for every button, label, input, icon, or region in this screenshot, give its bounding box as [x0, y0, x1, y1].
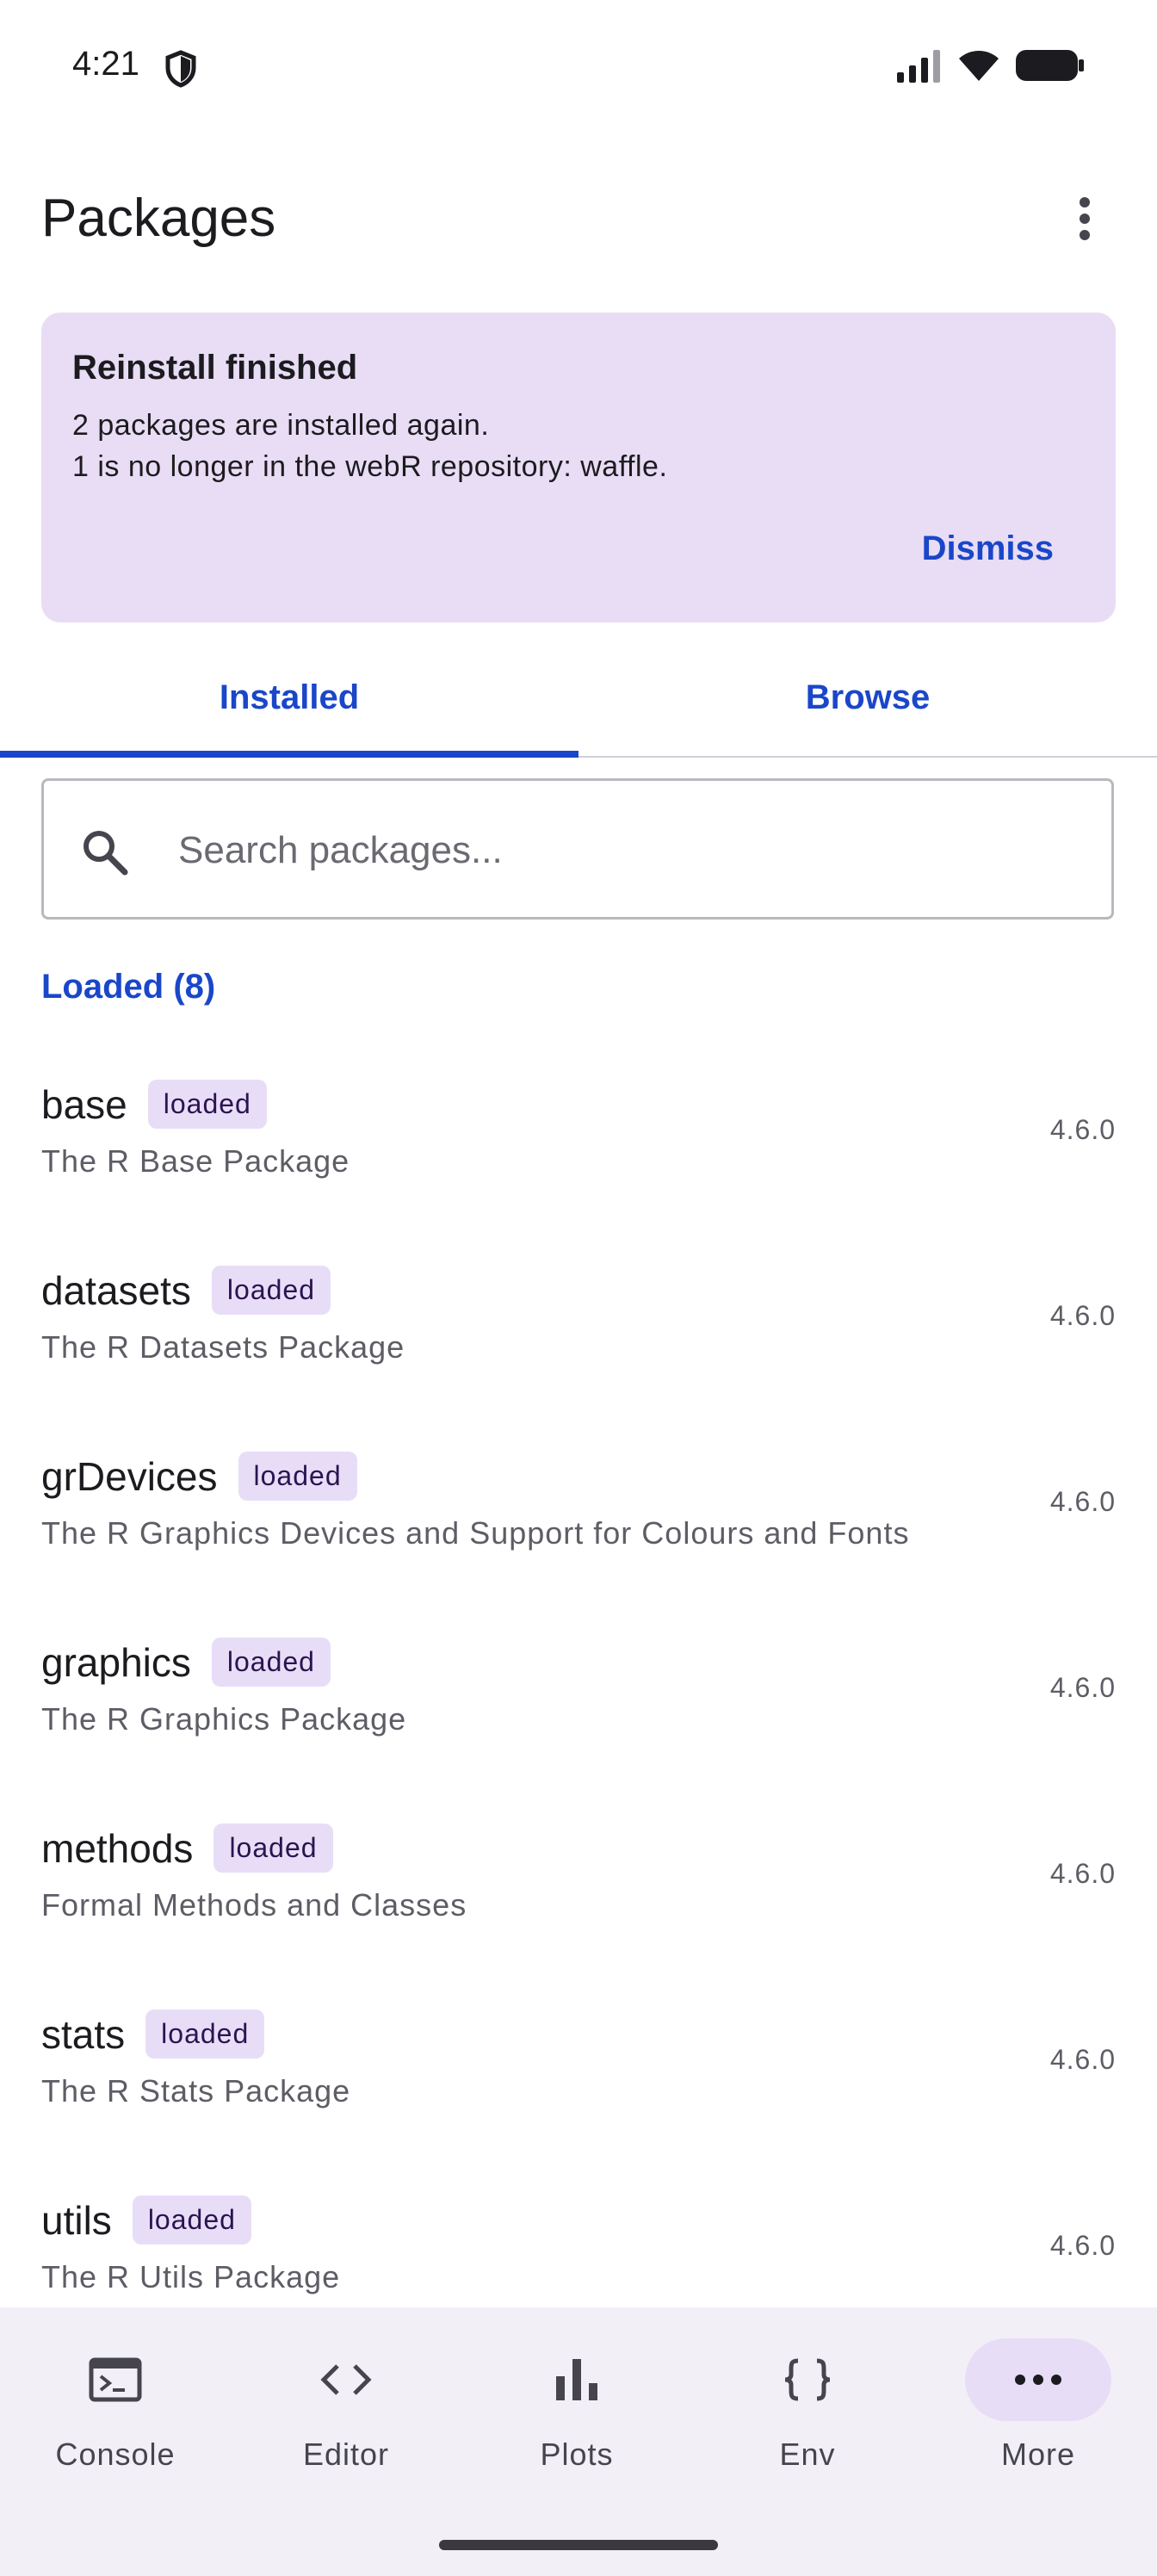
- package-name: datasets: [41, 1267, 191, 1313]
- package-name: methods: [41, 1825, 194, 1871]
- package-description: The R Base Package: [41, 1143, 350, 1179]
- nav-env[interactable]: Env: [692, 2307, 923, 2505]
- package-description: The R Stats Package: [41, 2073, 351, 2108]
- nav-more[interactable]: More: [923, 2307, 1154, 2505]
- package-row[interactable]: base loaded The R Base Package 4.6.0: [0, 1045, 1157, 1231]
- package-description: The R Utils Package: [41, 2259, 341, 2294]
- loaded-badge: loaded: [145, 2009, 265, 2059]
- tab-installed[interactable]: Installed: [0, 644, 578, 751]
- console-icon: [89, 2357, 142, 2402]
- bar-chart-icon: [556, 2359, 597, 2400]
- package-description: The R Graphics Package: [41, 1701, 407, 1737]
- package-description: Formal Methods and Classes: [41, 1887, 467, 1923]
- banner-message-line: 2 packages are installed again.: [72, 409, 490, 442]
- section-header-loaded: Loaded (8): [41, 968, 216, 1006]
- package-row[interactable]: graphics loaded The R Graphics Package 4…: [0, 1603, 1157, 1789]
- bottom-navigation: Console Editor Plots Env More: [0, 2307, 1157, 2576]
- battery-icon: [1016, 50, 1084, 81]
- nav-label: Console: [55, 2437, 176, 2472]
- package-name: utils: [41, 2197, 112, 2243]
- nav-label: Env: [779, 2437, 836, 2472]
- page-title: Packages: [41, 189, 276, 248]
- loaded-badge: loaded: [147, 1080, 267, 1129]
- home-indicator[interactable]: [439, 2540, 718, 2550]
- tab-browse[interactable]: Browse: [578, 644, 1157, 751]
- package-list: base loaded The R Base Package 4.6.0 dat…: [0, 1045, 1157, 2347]
- banner-title: Reinstall finished: [72, 349, 358, 387]
- nav-console[interactable]: Console: [0, 2307, 231, 2505]
- package-description: The R Datasets Package: [41, 1329, 405, 1365]
- tab-indicator: [0, 751, 578, 758]
- nav-label: Plots: [540, 2437, 614, 2472]
- nav-editor[interactable]: Editor: [231, 2307, 461, 2505]
- dismiss-button[interactable]: Dismiss: [922, 529, 1054, 568]
- overflow-menu-button[interactable]: [1055, 183, 1114, 255]
- search-input[interactable]: [176, 807, 1084, 895]
- more-horiz-icon: [1015, 2375, 1061, 2385]
- wifi-icon: [959, 51, 999, 81]
- nav-label: Editor: [302, 2437, 390, 2472]
- status-time: 4:21: [72, 45, 139, 83]
- package-version: 4.6.0: [1049, 1486, 1116, 1517]
- braces-icon: [784, 2358, 831, 2401]
- package-name: grDevices: [41, 1453, 218, 1499]
- shield-icon: [165, 50, 196, 88]
- cellular-signal-icon: [897, 50, 940, 83]
- search-field: [41, 778, 1114, 920]
- package-row[interactable]: datasets loaded The R Datasets Package 4…: [0, 1231, 1157, 1417]
- banner-message-line: 1 is no longer in the webR repository: w…: [72, 450, 668, 483]
- loaded-badge: loaded: [238, 1452, 357, 1501]
- status-bar: 4:21: [0, 0, 1157, 129]
- more-vert-icon: [1080, 197, 1090, 240]
- tab-bar: Installed Browse: [0, 644, 1157, 758]
- search-icon: [84, 831, 128, 876]
- package-description: The R Graphics Devices and Support for C…: [41, 1515, 910, 1551]
- code-icon: [320, 2364, 372, 2395]
- status-icons: [895, 48, 1085, 83]
- package-name: base: [41, 1081, 127, 1127]
- loaded-badge: loaded: [213, 1824, 333, 1873]
- package-version: 4.6.0: [1049, 1858, 1116, 1889]
- loaded-badge: loaded: [211, 1266, 331, 1315]
- package-row[interactable]: grDevices loaded The R Graphics Devices …: [0, 1417, 1157, 1603]
- loaded-badge: loaded: [211, 1638, 331, 1687]
- package-name: graphics: [41, 1639, 191, 1685]
- loaded-badge: loaded: [132, 2195, 251, 2245]
- nav-plots[interactable]: Plots: [461, 2307, 692, 2505]
- package-version: 4.6.0: [1049, 1672, 1116, 1703]
- reinstall-banner: Reinstall finished 2 packages are instal…: [41, 313, 1116, 622]
- package-version: 4.6.0: [1049, 1300, 1116, 1331]
- package-version: 4.6.0: [1049, 1114, 1116, 1145]
- package-row[interactable]: stats loaded The R Stats Package 4.6.0: [0, 1975, 1157, 2161]
- package-version: 4.6.0: [1049, 2044, 1116, 2075]
- package-version: 4.6.0: [1049, 2230, 1116, 2261]
- package-row[interactable]: methods loaded Formal Methods and Classe…: [0, 1789, 1157, 1975]
- nav-label: More: [1000, 2437, 1076, 2472]
- package-name: stats: [41, 2011, 126, 2057]
